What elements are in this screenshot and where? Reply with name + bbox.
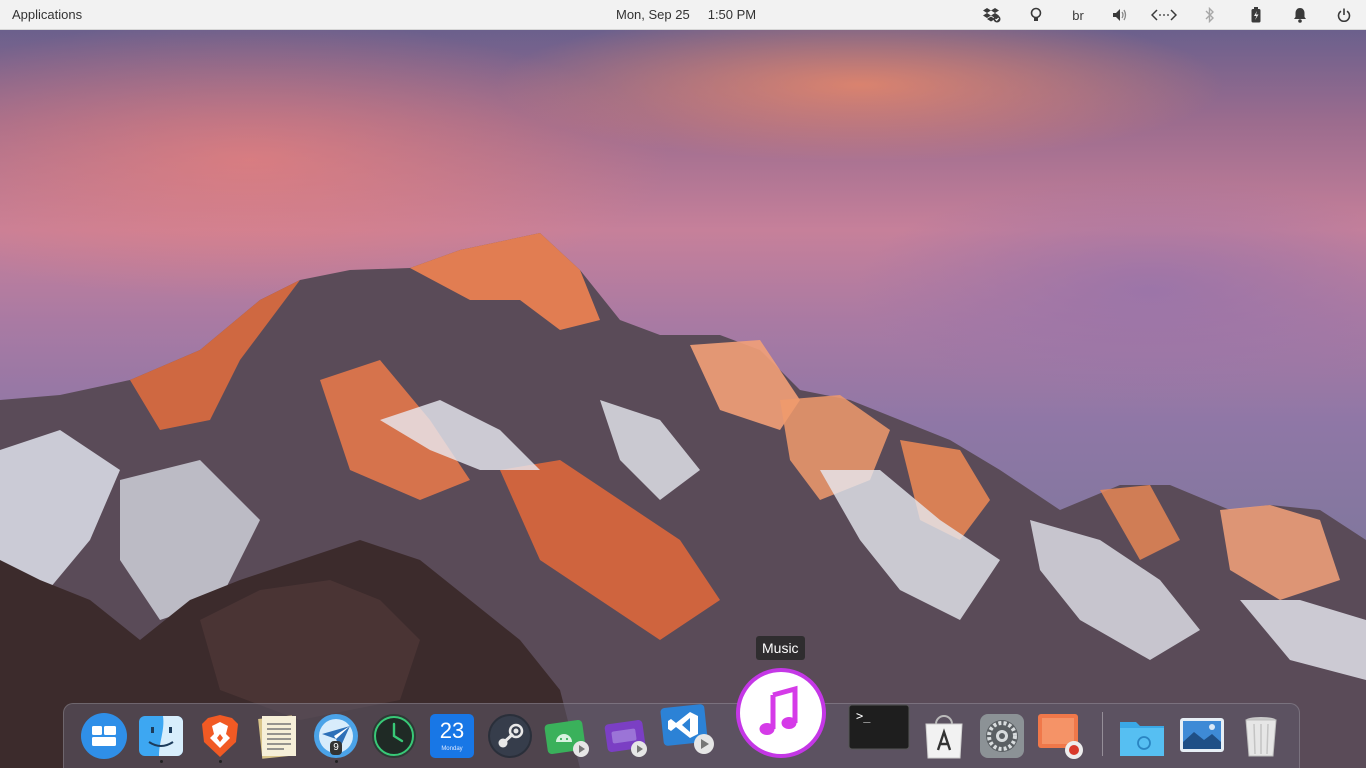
multitasking-view-launcher[interactable] — [80, 712, 128, 760]
mail-launcher[interactable]: 9 — [312, 712, 360, 760]
time-label: 1:50 PM — [707, 7, 757, 22]
volume-icon[interactable] — [1110, 5, 1130, 25]
running-indicator — [160, 760, 163, 763]
calendar-day-number: 23 — [439, 718, 465, 743]
trash-icon — [1245, 717, 1277, 757]
android-studio-launcher[interactable] — [544, 712, 592, 760]
network-icon[interactable] — [1150, 5, 1178, 25]
photos-icon — [1180, 718, 1224, 752]
folder-icon — [1120, 722, 1164, 756]
media-icon — [604, 720, 647, 757]
clock-launcher[interactable] — [370, 712, 418, 760]
terminal-prompt: >_ — [856, 709, 871, 723]
music-launcher[interactable] — [735, 667, 827, 759]
running-indicator — [219, 760, 222, 763]
files-launcher[interactable] — [137, 712, 185, 760]
screenshot-icon — [1038, 714, 1083, 759]
system-settings-launcher[interactable] — [978, 712, 1026, 760]
appstore-icon — [925, 715, 963, 759]
dropbox-icon[interactable] — [982, 5, 1002, 25]
calendar-launcher[interactable]: 23 Monday — [428, 712, 476, 760]
steam-launcher[interactable] — [486, 712, 534, 760]
screenshot-launcher[interactable] — [1036, 712, 1084, 760]
trash-launcher[interactable] — [1238, 712, 1286, 760]
notifications-icon[interactable] — [1290, 5, 1310, 25]
brave-launcher[interactable] — [196, 712, 244, 760]
finder-icon — [139, 716, 183, 756]
terminal-launcher[interactable]: >_ — [848, 703, 910, 751]
photos-launcher[interactable] — [1178, 712, 1226, 760]
bulb-icon[interactable] — [1026, 5, 1046, 25]
app-store-launcher[interactable] — [920, 712, 968, 760]
home-folder-launcher[interactable] — [1118, 712, 1166, 760]
dock-separator — [1102, 712, 1103, 756]
steam-icon — [488, 714, 532, 758]
vscode-icon — [660, 704, 714, 754]
mountain-landscape — [0, 233, 1366, 768]
desktop-wallpaper — [0, 0, 1366, 768]
media-player-launcher[interactable] — [602, 712, 650, 760]
bluetooth-icon[interactable] — [1200, 5, 1220, 25]
vscode-launcher[interactable] — [658, 700, 716, 758]
brave-icon — [202, 715, 238, 757]
text-editor-launcher[interactable] — [254, 712, 302, 760]
keyboard-layout-indicator[interactable]: br — [1068, 5, 1088, 25]
notes-icon — [258, 715, 297, 759]
calendar-weekday: Monday — [441, 746, 463, 752]
applications-menu[interactable]: Applications — [12, 7, 82, 22]
battery-icon[interactable] — [1246, 5, 1266, 25]
clock-icon — [372, 714, 416, 758]
running-indicator — [335, 760, 338, 763]
unread-badge: 9 — [330, 741, 342, 755]
android-icon — [544, 720, 589, 757]
settings-icon — [980, 714, 1024, 758]
date-time-indicator[interactable]: Mon, Sep 25 1:50 PM — [616, 7, 756, 22]
top-panel: Applications Mon, Sep 25 1:50 PM br — [0, 0, 1366, 30]
power-icon[interactable] — [1334, 5, 1354, 25]
music-icon — [736, 668, 826, 758]
multitasking-icon — [81, 713, 127, 759]
date-label: Mon, Sep 25 — [616, 7, 690, 22]
dock-tooltip: Music — [756, 636, 805, 660]
